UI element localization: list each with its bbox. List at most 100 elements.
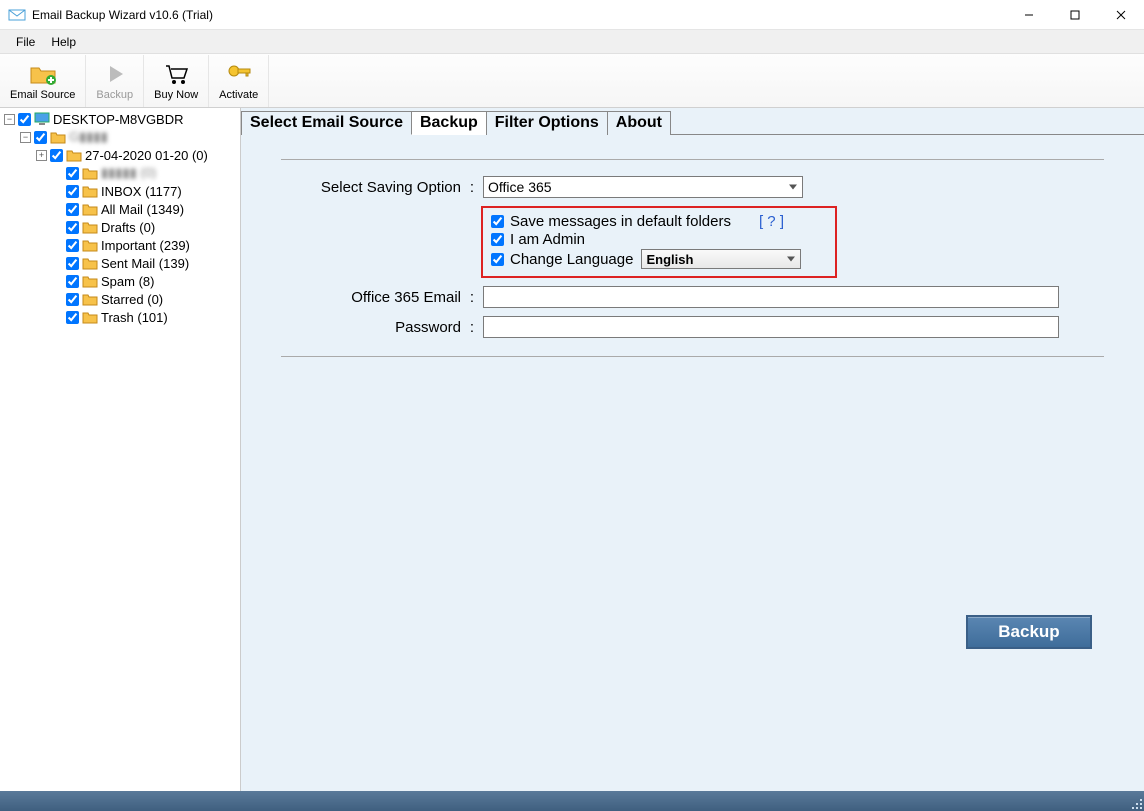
toolbar: Email Source Backup Buy Now Activate xyxy=(0,54,1144,108)
tree-node[interactable]: Drafts (0) xyxy=(2,218,240,236)
tree-checkbox[interactable] xyxy=(66,275,79,288)
resize-grip-icon[interactable] xyxy=(1130,797,1142,809)
play-icon xyxy=(101,60,129,88)
folder-icon xyxy=(82,166,98,180)
tree-node[interactable]: Trash (101) xyxy=(2,308,240,326)
folder-icon xyxy=(82,220,98,234)
key-icon xyxy=(225,60,253,88)
tree-checkbox[interactable] xyxy=(66,185,79,198)
chk-label: Save messages in default folders xyxy=(510,213,731,230)
tree-label: DESKTOP-M8VGBDR xyxy=(53,112,184,127)
content-area: Select Email Source Backup Filter Option… xyxy=(241,108,1144,791)
minimize-button[interactable] xyxy=(1006,0,1052,30)
tree-checkbox[interactable] xyxy=(66,257,79,270)
chk-change-language[interactable] xyxy=(491,253,504,266)
tree-node[interactable]: ▮▮▮▮▮ (0) xyxy=(2,164,240,182)
tab-backup[interactable]: Backup xyxy=(411,111,487,135)
tab-bar: Select Email Source Backup Filter Option… xyxy=(241,108,1144,135)
divider xyxy=(281,159,1104,160)
window-title: Email Backup Wizard v10.6 (Trial) xyxy=(32,8,213,22)
tree-checkbox[interactable] xyxy=(34,131,47,144)
tree-node[interactable]: All Mail (1349) xyxy=(2,200,240,218)
saving-option-select[interactable]: Office 365 xyxy=(483,176,803,198)
folder-icon xyxy=(82,274,98,288)
folder-icon xyxy=(82,292,98,306)
tree-checkbox[interactable] xyxy=(66,203,79,216)
tree-label: INBOX (1177) xyxy=(101,184,182,199)
folder-icon xyxy=(82,256,98,270)
tree-label: G▮▮▮▮ xyxy=(69,129,108,145)
tree-label: Spam (8) xyxy=(101,274,154,289)
chk-default-folders[interactable] xyxy=(491,215,504,228)
email-input[interactable] xyxy=(483,286,1059,308)
backup-button[interactable]: Backup xyxy=(966,615,1092,649)
maximize-button[interactable] xyxy=(1052,0,1098,30)
tree-node[interactable]: INBOX (1177) xyxy=(2,182,240,200)
toolbar-label: Backup xyxy=(96,89,133,101)
toolbar-label: Activate xyxy=(219,89,258,101)
folder-icon xyxy=(82,238,98,252)
app-icon xyxy=(8,6,26,24)
tree-label: Trash (101) xyxy=(101,310,168,325)
saving-option-label: Select Saving Option xyxy=(281,179,461,196)
tree-account[interactable]: − G▮▮▮▮ xyxy=(2,128,240,146)
tree-checkbox[interactable] xyxy=(66,239,79,252)
chk-admin[interactable] xyxy=(491,233,504,246)
tree-checkbox[interactable] xyxy=(18,113,31,126)
tab-filter[interactable]: Filter Options xyxy=(486,111,608,135)
tab-select-source[interactable]: Select Email Source xyxy=(241,111,412,135)
divider xyxy=(281,356,1104,357)
chk-label: I am Admin xyxy=(510,231,585,248)
toolbar-label: Buy Now xyxy=(154,89,198,101)
toolbar-activate[interactable]: Activate xyxy=(209,55,269,107)
tree-node[interactable]: +27-04-2020 01-20 (0) xyxy=(2,146,240,164)
tree-label: Starred (0) xyxy=(101,292,163,307)
tree-label: Important (239) xyxy=(101,238,190,253)
folder-open-icon xyxy=(50,130,66,144)
toolbar-email-source[interactable]: Email Source xyxy=(0,55,86,107)
tree-checkbox[interactable] xyxy=(66,221,79,234)
collapse-icon[interactable]: − xyxy=(20,132,31,143)
highlight-box: Save messages in default folders [ ? ] I… xyxy=(481,206,837,278)
tree-label: Sent Mail (139) xyxy=(101,256,189,271)
statusbar xyxy=(0,791,1144,811)
menu-file[interactable]: File xyxy=(8,33,43,51)
folder-icon xyxy=(82,184,98,198)
tree-label: All Mail (1349) xyxy=(101,202,184,217)
tree-label: 27-04-2020 01-20 (0) xyxy=(85,148,208,163)
help-link[interactable]: [ ? ] xyxy=(759,213,784,230)
monitor-icon xyxy=(34,112,50,126)
tree-node[interactable]: Spam (8) xyxy=(2,272,240,290)
email-label: Office 365 Email xyxy=(281,289,461,306)
tree-label: Drafts (0) xyxy=(101,220,155,235)
toolbar-buy-now[interactable]: Buy Now xyxy=(144,55,209,107)
chk-label: Change Language xyxy=(510,251,633,268)
language-select[interactable]: English xyxy=(641,249,801,269)
tree-checkbox[interactable] xyxy=(66,167,79,180)
folder-icon xyxy=(82,310,98,324)
tree-node[interactable]: Sent Mail (139) xyxy=(2,254,240,272)
close-button[interactable] xyxy=(1098,0,1144,30)
backup-panel: Select Saving Option : Office 365 Save m… xyxy=(241,135,1144,790)
tree-checkbox[interactable] xyxy=(66,311,79,324)
tree-node[interactable]: Starred (0) xyxy=(2,290,240,308)
titlebar: Email Backup Wizard v10.6 (Trial) xyxy=(0,0,1144,30)
folder-tree[interactable]: − DESKTOP-M8VGBDR − G▮▮▮▮ +27-04-2020 01… xyxy=(0,108,241,791)
menubar: File Help xyxy=(0,30,1144,54)
collapse-icon[interactable]: − xyxy=(4,114,15,125)
cart-icon xyxy=(162,60,190,88)
password-input[interactable] xyxy=(483,316,1059,338)
tree-root[interactable]: − DESKTOP-M8VGBDR xyxy=(2,110,240,128)
tree-label: ▮▮▮▮▮ (0) xyxy=(101,165,156,181)
tree-checkbox[interactable] xyxy=(50,149,63,162)
menu-help[interactable]: Help xyxy=(43,33,84,51)
tree-node[interactable]: Important (239) xyxy=(2,236,240,254)
password-label: Password xyxy=(281,319,461,336)
tree-checkbox[interactable] xyxy=(66,293,79,306)
expand-icon[interactable]: + xyxy=(36,150,47,161)
folder-icon xyxy=(66,148,82,162)
tab-about[interactable]: About xyxy=(607,111,671,135)
folder-add-icon xyxy=(29,60,57,88)
toolbar-backup[interactable]: Backup xyxy=(86,55,144,107)
toolbar-label: Email Source xyxy=(10,89,75,101)
